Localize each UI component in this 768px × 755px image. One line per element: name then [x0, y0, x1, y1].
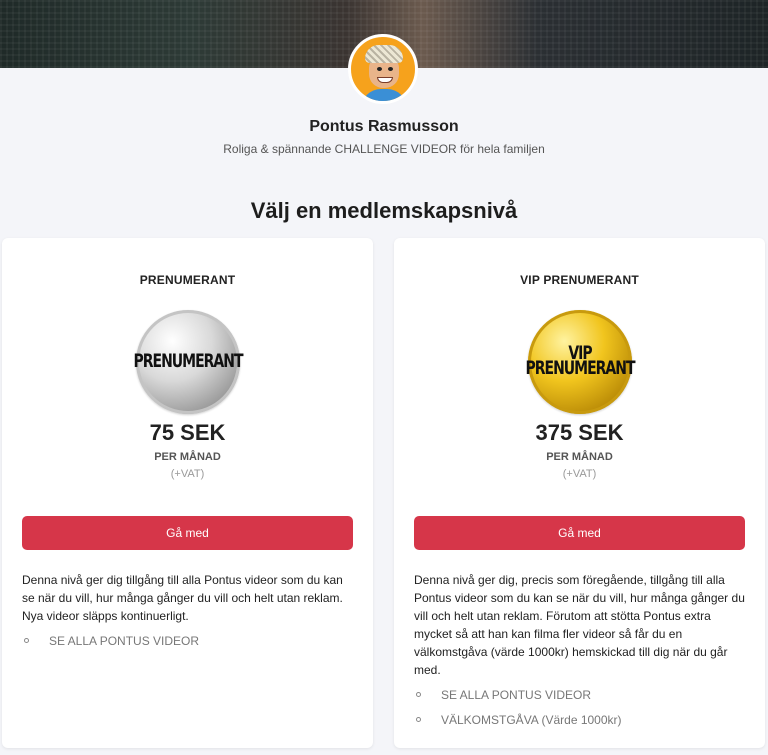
perk-item: VÄLKOMSTGÅVA (Värde 1000kr) [414, 711, 748, 729]
tier-name: PRENUMERANT [139, 273, 236, 287]
creator-avatar[interactable] [348, 34, 418, 104]
tier-name: VIP PRENUMERANT [520, 273, 639, 287]
perk-label: VÄLKOMSTGÅVA (Värde 1000kr) [441, 713, 622, 727]
tier-card-prenumerant: PRENUMERANT PRENUMERANT 75 SEK PER MÅNAD… [2, 238, 373, 748]
circle-bullet-icon [416, 717, 421, 722]
badge-label: PRENUMERANT [525, 358, 635, 380]
tier-card-vip-prenumerant: VIP PRENUMERANT VIP PRENUMERANT 375 SEK … [394, 238, 765, 748]
creator-name: Pontus Rasmusson [309, 118, 459, 135]
tier-period: PER MÅNAD [154, 451, 221, 463]
perk-item: SE ALLA PONTUS VIDEOR [22, 632, 356, 650]
circle-bullet-icon [416, 692, 421, 697]
membership-section-title: Välj en medlemskapsnivå [250, 198, 518, 223]
tier-description: Denna nivå ger dig, precis som föregåend… [414, 573, 745, 677]
perk-item: SE ALLA PONTUS VIDEOR [414, 686, 748, 704]
badge-label: PRENUMERANT [133, 350, 243, 372]
tier-price: 75 SEK [149, 420, 226, 445]
avatar-hair [365, 45, 403, 63]
avatar-eye [388, 67, 393, 71]
tier-description: Denna nivå ger dig tillgång till alla Po… [22, 573, 343, 623]
tier-price: 375 SEK [535, 420, 624, 445]
avatar-eye [377, 67, 382, 71]
tier-perks-list: SE ALLA PONTUS VIDEOR VÄLKOMSTGÅVA (Värd… [414, 686, 748, 736]
tier-badge-gold: VIP PRENUMERANT [525, 310, 636, 414]
join-button-prenumerant[interactable]: Gå med [22, 516, 353, 550]
tier-badge-silver: PRENUMERANT [133, 310, 244, 414]
tier-period: PER MÅNAD [546, 451, 613, 463]
creator-tagline: Roliga & spännande CHALLENGE VIDEOR för … [223, 142, 545, 156]
tier-perks-list: SE ALLA PONTUS VIDEOR [22, 632, 356, 657]
circle-bullet-icon [24, 638, 29, 643]
perk-label: SE ALLA PONTUS VIDEOR [49, 634, 200, 648]
avatar-shirt [361, 89, 407, 101]
tier-vat-note: (+VAT) [170, 468, 205, 480]
join-button-vip[interactable]: Gå med [414, 516, 745, 550]
tier-vat-note: (+VAT) [562, 468, 597, 480]
perk-label: SE ALLA PONTUS VIDEOR [441, 688, 592, 702]
